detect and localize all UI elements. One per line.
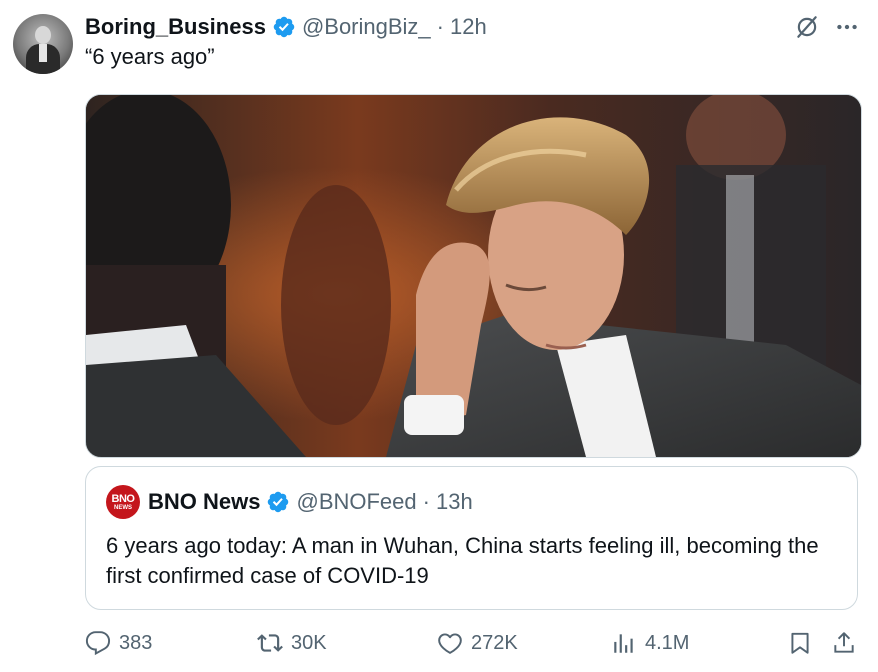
repost-button[interactable]: 30K [257,630,327,656]
author-display-name[interactable]: Boring_Business [85,14,266,40]
repost-icon [257,634,283,652]
quoted-avatar-logo-line1: BNO [111,492,135,505]
quoted-tweet-timestamp: 13h [435,489,473,514]
like-count: 272K [471,631,518,654]
header-separator: · [436,14,444,39]
reply-count: 383 [119,631,153,654]
author-handle[interactable]: @BoringBiz_ [302,14,431,40]
grok-icon[interactable] [794,14,820,40]
quoted-author-handle: @BNOFeed [296,489,417,514]
reply-icon [85,631,111,656]
share-icon [834,632,854,653]
like-button[interactable]: 272K [437,630,518,656]
repost-count: 30K [291,631,327,654]
quoted-author-display-name: BNO News [148,489,261,514]
avatar-figure-shirt [39,44,47,62]
tweet-media-image[interactable] [85,94,862,458]
tweet-timestamp[interactable]: 12h [450,14,487,40]
views-count: 4.1M [645,631,690,654]
tweet-action-bar: 383 30K 272K 4.1M [85,630,860,660]
quoted-avatar-logo-line2: NEWS [114,504,132,511]
quoted-tweet-card[interactable]: BNO NEWS BNO News @BNOFeed · 13h 6 years… [85,466,858,610]
bookmark-button[interactable] [787,630,813,656]
more-dots-icon[interactable] [834,14,860,40]
tweet: Boring_Business @BoringBiz_ · 12h “6 yea… [0,0,878,672]
verified-badge-icon [268,491,289,513]
share-button[interactable] [831,630,857,656]
avatar-figure-head [35,26,51,44]
tweet-header: Boring_Business @BoringBiz_ · 12h [85,12,487,42]
views-chart-icon [614,634,633,653]
reply-button[interactable]: 383 [85,630,152,656]
author-avatar[interactable] [13,14,73,74]
quoted-tweet-text: 6 years ago today: A man in Wuhan, China… [106,533,819,588]
media-photo-illustration [86,95,861,457]
quoted-tweet-header: BNO NEWS BNO News @BNOFeed · 13h [106,485,473,519]
tweet-top-actions [794,14,860,40]
bookmark-icon [791,632,809,654]
tweet-text: “6 years ago” [85,44,215,69]
views-button[interactable]: 4.1M [611,630,689,656]
quoted-header-separator: · [422,489,430,514]
heart-icon [438,633,462,654]
quoted-author-avatar: BNO NEWS [106,485,140,519]
verified-badge-icon [273,16,295,38]
